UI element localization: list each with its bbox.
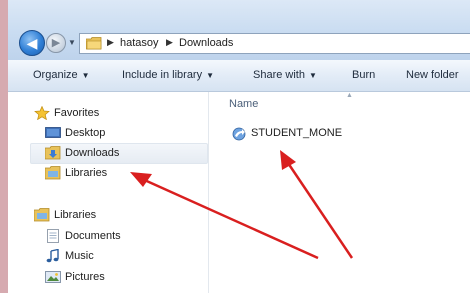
favorites-label: Favorites [54,107,100,119]
burn-button[interactable]: Burn [352,69,375,81]
include-in-library-label: Include in library [122,69,203,81]
breadcrumb-separator-icon[interactable]: ▶ [107,37,114,48]
organize-label: Organize [33,69,78,81]
libraries-header-label: Libraries [54,209,97,221]
breadcrumb-separator-icon[interactable]: ▶ [166,37,173,48]
share-with-label: Share with [253,69,305,81]
forward-arrow-icon[interactable]: ▶ [46,33,66,53]
folder-icon [86,37,102,50]
address-bar-area: ◀ ▶ ▼ ▶ hatasoy ▶ Downloads [8,0,470,60]
documents-icon [47,229,59,243]
music-icon [46,249,59,263]
file-list-pane: Name ▲ STUDENT_MONE [209,92,470,293]
libraries-icon [34,208,50,222]
breadcrumb-hatasoy[interactable]: hatasoy [120,37,159,49]
command-toolbar: Organize ▼ Include in library ▼ Share with… [8,60,470,92]
sidebar-item-label: Music [65,250,94,262]
libraries-icon [45,166,61,180]
chevron-down-icon: ▼ [308,71,317,80]
sidebar-item-label: Desktop [65,127,106,139]
star-icon [34,106,50,120]
desktop-icon [45,127,61,138]
pictures-icon [45,271,61,283]
sort-ascending-icon: ▲ [346,92,353,99]
back-arrow-icon[interactable]: ◀ [19,30,45,56]
file-name-label: STUDENT_MONE [251,127,343,139]
address-box[interactable]: ▶ hatasoy ▶ Downloads [79,33,470,54]
include-in-library-button[interactable]: Include in library ▼ [122,69,214,81]
explorer-window: ◀ ▶ ▼ ▶ hatasoy ▶ Downloads Organize ▼ In… [8,0,470,293]
chevron-down-icon: ▼ [206,71,215,80]
sidebar-item-label: Libraries [65,167,108,179]
shortcut-file-icon [232,127,246,141]
sidebar-item-label: Downloads [65,147,120,159]
column-header-name[interactable]: Name [229,98,258,110]
recent-pages-dropdown-icon[interactable]: ▼ [68,38,76,47]
sidebar-item-label: Documents [65,230,121,242]
downloads-folder-icon [45,146,61,160]
chevron-down-icon: ▼ [81,71,90,80]
navigation-pane: Favorites Desktop Downloads Libraries Li… [8,92,209,293]
sidebar-item-label: Pictures [65,271,105,283]
new-folder-button[interactable]: New folder [406,69,459,81]
breadcrumb-downloads[interactable]: Downloads [179,37,233,49]
organize-button[interactable]: Organize ▼ [33,69,90,81]
share-with-button[interactable]: Share with ▼ [253,69,317,81]
